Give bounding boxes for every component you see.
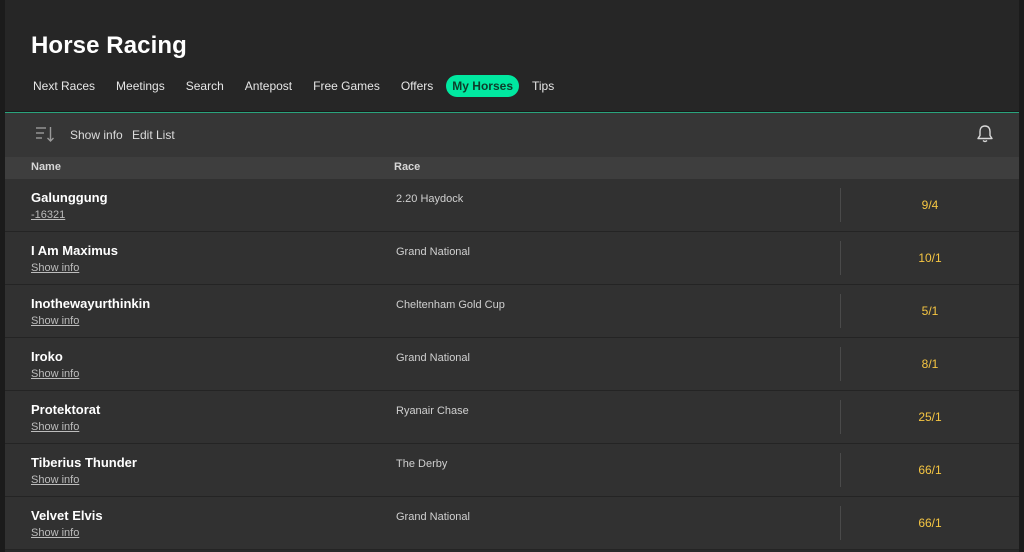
nav-tabs: Next Races Meetings Search Antepost Free… (25, 74, 567, 98)
odds-button[interactable]: 9/4 (841, 179, 1019, 232)
show-info-link[interactable]: Show info (31, 527, 79, 539)
bell-icon[interactable] (976, 124, 994, 144)
horse-sub-link[interactable]: -16321 (31, 209, 65, 221)
horse-name[interactable]: Galunggung (31, 190, 108, 205)
tab-my-horses[interactable]: My Horses (446, 75, 519, 97)
tab-antepost[interactable]: Antepost (237, 75, 300, 97)
horse-name[interactable]: Velvet Elvis (31, 508, 103, 523)
tab-next-races[interactable]: Next Races (25, 75, 103, 97)
app-frame: Horse Racing Next Races Meetings Search … (5, 0, 1019, 552)
odds-button[interactable]: 66/1 (841, 444, 1019, 497)
show-info-link[interactable]: Show info (31, 315, 79, 327)
tab-search[interactable]: Search (178, 75, 232, 97)
odds-button[interactable]: 10/1 (841, 232, 1019, 285)
show-info-button[interactable]: Show info (70, 128, 123, 142)
table-row[interactable]: I Am Maximus Show info Grand National 10… (5, 232, 1019, 285)
race-name[interactable]: Ryanair Chase (396, 405, 469, 417)
table-row[interactable]: Galunggung -16321 2.20 Haydock 9/4 (5, 179, 1019, 232)
race-name[interactable]: The Derby (396, 458, 447, 470)
show-info-link[interactable]: Show info (31, 368, 79, 380)
horse-name[interactable]: I Am Maximus (31, 243, 118, 258)
horse-name[interactable]: Iroko (31, 349, 63, 364)
tab-offers[interactable]: Offers (393, 75, 441, 97)
tab-tips[interactable]: Tips (524, 75, 562, 97)
odds-button[interactable]: 8/1 (841, 338, 1019, 391)
horse-name[interactable]: Tiberius Thunder (31, 455, 137, 470)
page-header: Horse Racing Next Races Meetings Search … (5, 0, 1019, 112)
table-row[interactable]: Iroko Show info Grand National 8/1 (5, 338, 1019, 391)
tab-free-games[interactable]: Free Games (305, 75, 388, 97)
odds-button[interactable]: 25/1 (841, 391, 1019, 444)
table-header: Name Race (5, 157, 1019, 179)
odds-button[interactable]: 66/1 (841, 497, 1019, 550)
horse-name[interactable]: Protektorat (31, 402, 100, 417)
show-info-link[interactable]: Show info (31, 262, 79, 274)
show-info-link[interactable]: Show info (31, 474, 79, 486)
table-row[interactable]: Velvet Elvis Show info Grand National 66… (5, 497, 1019, 550)
race-name[interactable]: Grand National (396, 511, 470, 523)
race-name[interactable]: 2.20 Haydock (396, 193, 463, 205)
horse-name[interactable]: Inothewayurthinkin (31, 296, 150, 311)
race-name[interactable]: Grand National (396, 352, 470, 364)
sort-descending-icon[interactable] (35, 125, 55, 143)
horse-list: Galunggung -16321 2.20 Haydock 9/4 I Am … (5, 179, 1019, 550)
table-row[interactable]: Tiberius Thunder Show info The Derby 66/… (5, 444, 1019, 497)
race-name[interactable]: Grand National (396, 246, 470, 258)
edit-list-button[interactable]: Edit List (132, 128, 175, 142)
tab-meetings[interactable]: Meetings (108, 75, 173, 97)
column-header-race: Race (394, 161, 421, 173)
table-row[interactable]: Protektorat Show info Ryanair Chase 25/1 (5, 391, 1019, 444)
list-toolbar: Show info Edit List (5, 113, 1019, 157)
column-header-name: Name (31, 161, 61, 173)
page-title: Horse Racing (31, 32, 187, 59)
race-name[interactable]: Cheltenham Gold Cup (396, 299, 505, 311)
table-row[interactable]: Inothewayurthinkin Show info Cheltenham … (5, 285, 1019, 338)
show-info-link[interactable]: Show info (31, 421, 79, 433)
odds-button[interactable]: 5/1 (841, 285, 1019, 338)
